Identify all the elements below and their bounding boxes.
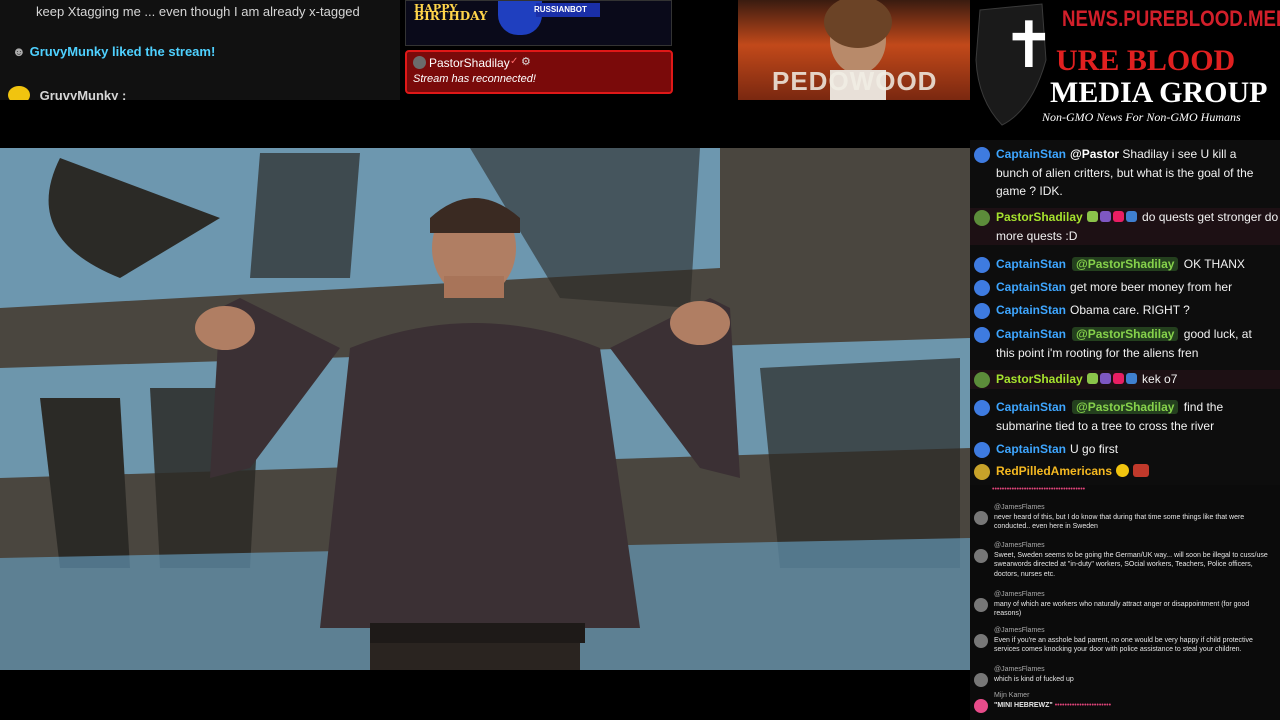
chat-username[interactable]: CaptainStan — [996, 400, 1066, 414]
chat-link[interactable]: ••••••••••••••••••••••• — [1055, 702, 1111, 709]
chat-message: @JamesFlames many of which are workers w… — [972, 590, 1278, 619]
chat-username[interactable]: CaptainStan — [996, 257, 1066, 271]
birthday-line2: BIRTHDAY — [414, 9, 488, 23]
feed-chat-user: GruvyMunky : — [39, 88, 127, 100]
chat-message: @JamesFlames Sweet, Sweden seems to be g… — [972, 541, 1278, 579]
chat-text: which is kind of fucked up — [994, 675, 1074, 683]
user-avatar — [413, 56, 426, 69]
avatar — [974, 147, 990, 163]
avatar — [974, 511, 988, 525]
chat-link[interactable]: •••••••••••••••••••••••••••••••••••••• — [992, 486, 1085, 493]
avatar — [974, 673, 988, 687]
feed-follow: ☻ GruvyMunky liked the stream! — [12, 44, 215, 59]
chat-username[interactable]: PastorShadilay — [996, 372, 1083, 386]
chat-message: PastorShadilay kek o7 — [970, 370, 1280, 389]
reconnect-user: PastorShadilay — [429, 56, 510, 70]
chat-message: CaptainStan @Pastor Shadilay i see U kill… — [974, 145, 1272, 201]
chat-username[interactable]: Mijn Kamer — [994, 691, 1278, 701]
avatar — [974, 257, 990, 273]
smiley-icon — [8, 86, 30, 100]
feed-chat: GruvyMunky : — [8, 86, 126, 100]
video-frame — [0, 148, 970, 670]
chat-username[interactable]: CaptainStan — [996, 327, 1066, 341]
secondary-chat[interactable]: •••••••••••••••••••••••••••••••••••••• @… — [970, 485, 1280, 720]
chat-username[interactable]: RedPilledAmericans — [996, 464, 1112, 478]
chat-message: Mijn Kamer "MINI HEBREWZ" ••••••••••••••… — [972, 691, 1278, 713]
feed-follow-user: GruvyMunky — [29, 44, 109, 59]
avatar — [974, 699, 988, 713]
chat-text: many of which are workers who naturally … — [994, 600, 1250, 618]
avatar — [974, 327, 990, 343]
chat-username[interactable]: @JamesFlames — [994, 541, 1278, 551]
cross-icon: ✝ — [1002, 10, 1056, 81]
chat-message: @JamesFlames Even if you're an asshole b… — [972, 626, 1278, 655]
activity-feed: keep Xtagging me ... even though I am al… — [0, 0, 400, 100]
avatar — [974, 634, 988, 648]
avatar — [974, 400, 990, 416]
chat-username[interactable]: CaptainStan — [996, 303, 1066, 317]
feed-follow-text: liked the stream! — [108, 44, 216, 59]
chat-text: U go first — [1070, 442, 1119, 456]
chat-message: @JamesFlames which is kind of fucked up — [972, 665, 1278, 687]
thumbnail-caption: PEDOWOOD — [772, 66, 938, 96]
emote-icon — [1116, 464, 1130, 477]
emote-icon — [1133, 464, 1150, 477]
chat-mention[interactable]: @PastorShadilay — [1072, 257, 1179, 271]
chat-message: RedPilledAmericans — [974, 462, 1272, 481]
chat-message: CaptainStan Obama care. RIGHT ? — [974, 301, 1272, 320]
logo-site: NEWS.PUREBLOOD.MEDIA — [1062, 6, 1280, 31]
chat-text: get more beer money from her — [1070, 280, 1233, 294]
chat-message: CaptainStan @PastorShadilay OK THANX — [974, 255, 1272, 274]
chat-username[interactable]: PastorShadilay — [996, 210, 1083, 224]
chat-message: @JamesFlames never heard of this, but I … — [972, 503, 1278, 532]
chat-message: CaptainStan @PastorShadilay find the subm… — [974, 398, 1272, 435]
chat-panel[interactable]: CaptainStan @Pastor Shadilay i see U kill… — [970, 140, 1280, 485]
badge-icons — [1086, 372, 1139, 386]
avatar — [974, 464, 990, 480]
verified-icon: ✓ — [510, 56, 519, 67]
chat-text: kek o7 — [1142, 372, 1178, 386]
chat-username[interactable]: CaptainStan — [996, 280, 1066, 294]
chat-mention[interactable]: @PastorShadilay — [1072, 400, 1179, 414]
feed-message: keep Xtagging me ... even though I am al… — [36, 4, 360, 19]
video-thumbnail: PEDOWOOD — [738, 0, 970, 100]
avatar — [974, 442, 990, 458]
chat-text: never heard of this, but I do know that … — [994, 513, 1245, 531]
avatar — [974, 303, 990, 319]
chat-mention[interactable]: @Pastor — [1070, 147, 1119, 161]
chat-text: "MINI HEBREWZ" — [994, 701, 1053, 709]
pureblood-logo: NEWS.PUREBLOOD.MEDIA ✝ URE BLOOD MEDIA G… — [972, 0, 1280, 130]
chat-message: CaptainStan @PastorShadilay good luck, at… — [974, 325, 1272, 362]
birthday-banner: HAPPY BIRTHDAY RUSSIANBOT — [405, 0, 672, 46]
chat-username[interactable]: CaptainStan — [996, 442, 1066, 456]
chat-text: Obama care. RIGHT ? — [1070, 303, 1190, 317]
chat-username[interactable]: @JamesFlames — [994, 503, 1278, 513]
chat-username[interactable]: @JamesFlames — [994, 626, 1278, 636]
gear-icon: ⚙ — [521, 56, 531, 68]
chat-text: Even if you're an asshole bad parent, no… — [994, 636, 1253, 654]
chat-text: OK THANX — [1183, 257, 1245, 271]
avatar — [974, 372, 990, 388]
chat-mention[interactable]: @PastorShadilay — [1072, 327, 1179, 341]
avatar — [974, 280, 990, 296]
birthday-bot: RUSSIANBOT — [534, 5, 587, 14]
avatar — [974, 598, 988, 612]
avatar — [974, 549, 988, 563]
chat-message: PastorShadilay do quests get stronger do… — [970, 208, 1280, 245]
chat-message: CaptainStan get more beer money from her — [974, 278, 1272, 297]
chat-username[interactable]: @JamesFlames — [994, 665, 1278, 675]
chat-username[interactable]: CaptainStan — [996, 147, 1066, 161]
chat-message: CaptainStan U go first — [974, 440, 1272, 459]
logo-line2: MEDIA GROUP — [1050, 76, 1268, 109]
person-icon: ☻ — [12, 44, 26, 59]
reconnect-alert: PastorShadilay ✓ ⚙ Stream has reconnecte… — [405, 50, 673, 94]
badge-icons — [1086, 210, 1139, 224]
reconnect-message: Stream has reconnected! — [413, 73, 536, 85]
chat-username[interactable]: @JamesFlames — [994, 590, 1278, 600]
chat-text: Sweet, Sweden seems to be going the Germ… — [994, 551, 1268, 578]
logo-line1: URE BLOOD — [1056, 44, 1236, 77]
logo-tagline: Non-GMO News For Non-GMO Humans — [1042, 110, 1241, 124]
avatar — [974, 210, 990, 226]
main-video[interactable] — [0, 148, 970, 670]
